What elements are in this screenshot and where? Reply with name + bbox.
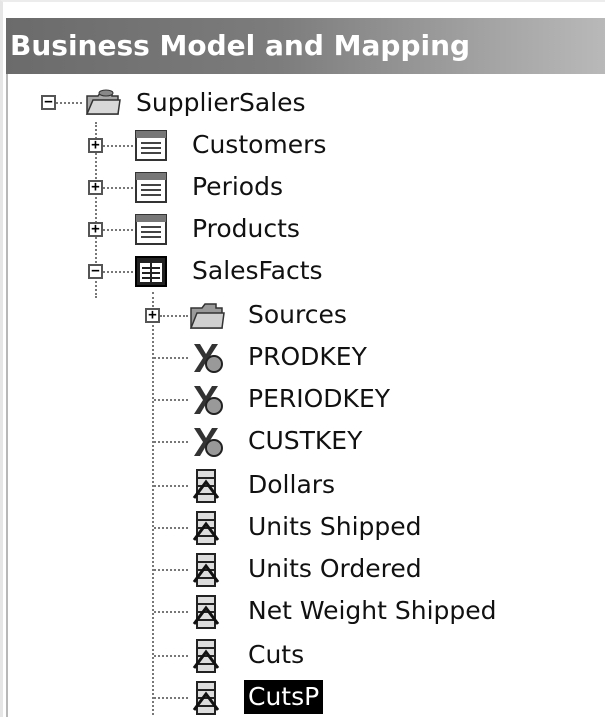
tree-node-label: Net Weight Shipped xyxy=(248,596,497,625)
collapse-icon[interactable]: − xyxy=(88,264,103,279)
tree-node-label: SupplierSales xyxy=(136,88,306,117)
tree-node-supplier-sales[interactable]: − SupplierSales xyxy=(8,84,605,122)
expand-icon[interactable]: + xyxy=(88,180,103,195)
tree-node-customers[interactable]: + Customers xyxy=(8,126,605,164)
tree-node-label: Periods xyxy=(192,172,283,201)
tree-connector xyxy=(56,102,82,104)
tree-node-label: Units Shipped xyxy=(248,512,422,541)
measure-column-icon xyxy=(192,595,220,629)
tree-node-label: PERIODKEY xyxy=(248,384,391,413)
tree-connector xyxy=(160,315,188,317)
tree-connector xyxy=(154,485,188,487)
tree-node-units-ordered[interactable]: Units Ordered xyxy=(8,550,605,588)
key-column-icon xyxy=(194,428,223,457)
tree-connector xyxy=(103,271,133,273)
tree-connector xyxy=(154,569,188,571)
tree-node-products[interactable]: + Products xyxy=(8,210,605,248)
expand-icon[interactable]: + xyxy=(88,138,103,153)
tree-node-dollars[interactable]: Dollars xyxy=(8,466,605,504)
tree-node-sources[interactable]: + Sources xyxy=(8,296,605,334)
tree-node-label: Sources xyxy=(248,300,347,329)
tree-view[interactable]: − SupplierSales + Customers + Periods + … xyxy=(6,74,605,717)
key-column-icon xyxy=(194,344,223,373)
tree-connector xyxy=(103,187,133,189)
tree-connector xyxy=(154,527,188,529)
tree-connector xyxy=(154,611,188,613)
tree-node-custkey[interactable]: CUSTKEY xyxy=(8,422,605,460)
tree-node-cutsp[interactable]: CutsP xyxy=(8,678,605,716)
tree-node-label: SalesFacts xyxy=(192,256,323,285)
fact-table-icon xyxy=(135,256,167,287)
tree-node-label: Cuts xyxy=(248,640,305,669)
tree-connector xyxy=(103,229,133,231)
measure-column-icon xyxy=(192,639,220,673)
collapse-icon[interactable]: − xyxy=(41,95,56,110)
tree-node-cuts[interactable]: Cuts xyxy=(8,636,605,674)
tree-connector xyxy=(154,399,188,401)
tree-connector xyxy=(154,441,188,443)
tree-node-units-shipped[interactable]: Units Shipped xyxy=(8,508,605,546)
key-column-icon xyxy=(194,386,223,415)
tree-node-label: PRODKEY xyxy=(248,342,367,371)
table-icon xyxy=(135,214,167,245)
measure-column-icon xyxy=(192,469,220,503)
measure-column-icon xyxy=(192,553,220,587)
tree-node-periodkey[interactable]: PERIODKEY xyxy=(8,380,605,418)
folder-database-icon xyxy=(85,89,121,115)
panel-title: Business Model and Mapping xyxy=(6,18,605,74)
business-model-panel: Business Model and Mapping − SupplierSal… xyxy=(0,0,605,717)
tree-connector xyxy=(154,655,188,657)
tree-node-label: Dollars xyxy=(248,470,336,499)
tree-connector xyxy=(103,145,133,147)
tree-node-prodkey[interactable]: PRODKEY xyxy=(8,338,605,376)
table-icon xyxy=(135,172,167,203)
tree-node-label: Units Ordered xyxy=(248,554,422,583)
expand-icon[interactable]: + xyxy=(88,222,103,237)
tree-node-sales-facts[interactable]: − SalesFacts xyxy=(8,252,605,290)
tree-connector xyxy=(154,697,188,699)
tree-node-label: Customers xyxy=(192,130,327,159)
expand-icon[interactable]: + xyxy=(145,308,160,323)
tree-node-label: CUSTKEY xyxy=(248,426,363,455)
measure-column-icon xyxy=(192,681,220,715)
folder-icon xyxy=(189,303,225,329)
measure-column-icon xyxy=(192,511,220,545)
tree-node-label: Products xyxy=(192,214,300,243)
table-icon xyxy=(135,130,167,161)
tree-connector xyxy=(154,357,188,359)
tree-node-net-weight-shipped[interactable]: Net Weight Shipped xyxy=(8,592,605,630)
tree-node-periods[interactable]: + Periods xyxy=(8,168,605,206)
tree-node-label-selected: CutsP xyxy=(244,680,324,714)
